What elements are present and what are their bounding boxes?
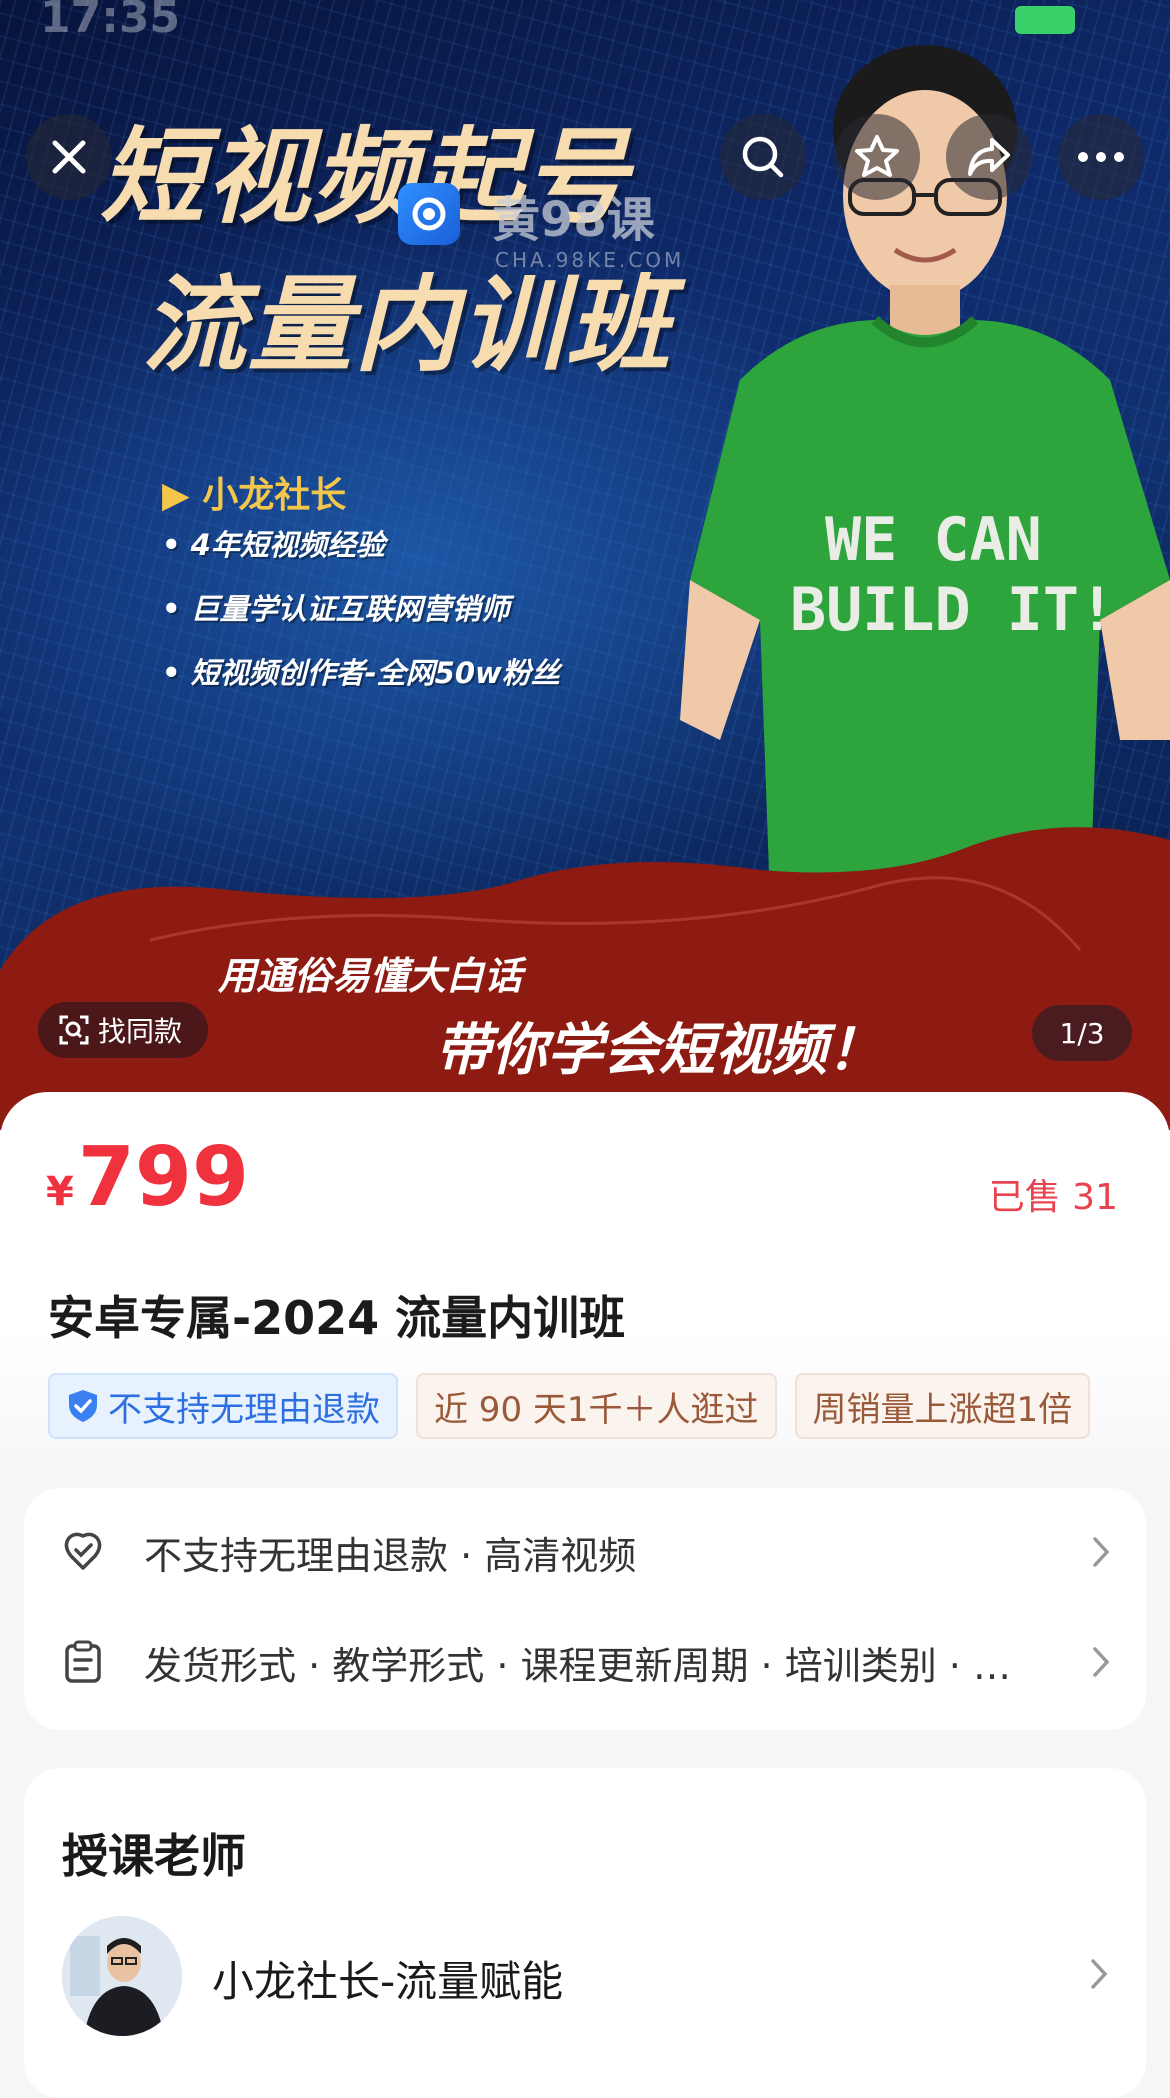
banner-bullet: 短视频创作者-全网50w粉丝	[162, 650, 560, 692]
teacher-avatar[interactable]	[62, 1916, 182, 2036]
image-page-indicator: 1/3	[1032, 1005, 1132, 1061]
price-value: 799	[77, 1130, 250, 1225]
tag-weekly-sales[interactable]: 周销量上涨超1倍	[794, 1373, 1091, 1439]
scan-search-icon	[59, 1015, 89, 1045]
product-title: 安卓专属-2024 流量内训班	[48, 1291, 626, 1345]
product-tag-list: 不支持无理由退款 近 90 天1千＋人逛过 周销量上涨超1倍	[48, 1373, 1123, 1439]
banner-slogan-line1: 用通俗易懂大白话	[218, 954, 523, 998]
tag-refund-policy[interactable]: 不支持无理由退款	[48, 1373, 398, 1439]
watermark-logo-icon	[398, 183, 460, 245]
shirt-text-line2: BUILD IT!	[790, 575, 1115, 645]
tag-visitors[interactable]: 近 90 天1千＋人逛过	[416, 1373, 777, 1439]
teacher-name[interactable]: 小龙社长-流量赋能	[212, 1948, 563, 2009]
chevron-right-icon	[1093, 1537, 1110, 1567]
share-icon	[968, 138, 1010, 176]
close-icon	[52, 140, 86, 174]
currency-symbol: ¥	[46, 1169, 74, 1215]
tag-label: 不支持无理由退款	[108, 1389, 380, 1430]
service-row-text: 不支持无理由退款 · 高清视频	[144, 1533, 637, 1578]
service-row-text: 发货形式 · 教学形式 · 课程更新周期 · 培训类别 · …	[144, 1643, 1011, 1688]
find-similar-label: 找同款	[98, 1015, 183, 1048]
product-price: ¥ 799	[46, 1130, 249, 1225]
favorite-button[interactable]	[834, 114, 920, 200]
close-button[interactable]	[26, 114, 112, 200]
chevron-right-icon	[1093, 1647, 1110, 1677]
watermark-subtext: CHA.98KE.COM	[495, 248, 685, 272]
sold-count: 已售 31	[988, 1177, 1118, 1218]
search-button[interactable]	[720, 114, 806, 200]
clipboard-icon	[65, 1640, 101, 1683]
tag-label: 近 90 天1千＋人逛过	[434, 1389, 759, 1430]
status-time: 17:35	[40, 0, 181, 43]
find-similar-button[interactable]: 找同款	[38, 1002, 209, 1058]
search-icon	[742, 136, 784, 178]
share-button[interactable]	[946, 114, 1032, 200]
banner-bullet-list: 4年短视频经验 巨量学认证互联网营销师 短视频创作者-全网50w粉丝	[162, 522, 560, 714]
banner-slogan-line2: 带你学会短视频！	[435, 1018, 883, 1083]
chevron-right-icon	[1091, 1959, 1108, 1989]
shield-check-icon	[69, 1390, 97, 1422]
service-row-details[interactable]: 发货形式 · 教学形式 · 课程更新周期 · 培训类别 · …	[60, 1622, 1110, 1702]
banner-bullet: 巨量学认证互联网营销师	[162, 586, 560, 628]
service-info-card: 不支持无理由退款 · 高清视频 发货形式 · 教学形式 · 课程更新周期 · 培…	[24, 1488, 1146, 1730]
banner-bullet: 4年短视频经验	[162, 522, 560, 564]
teacher-avatar-image	[62, 1916, 182, 2036]
more-icon	[1078, 152, 1124, 162]
banner-author: ▶ 小龙社长	[162, 475, 347, 516]
teacher-section-title: 授课老师	[62, 1829, 246, 1883]
tag-label: 周销量上涨超1倍	[812, 1389, 1073, 1430]
watermark-text: 黄98课	[492, 192, 655, 248]
service-row-refund[interactable]: 不支持无理由退款 · 高清视频	[60, 1512, 1110, 1592]
star-icon	[855, 135, 899, 177]
teacher-card: 授课老师 小龙社长-流量赋能	[24, 1768, 1146, 2098]
heart-shield-icon	[64, 1532, 102, 1570]
product-hero-banner[interactable]: 17:35 短视频起号 流量内训班 黄98课 CHA.98KE.COM ▶ 小龙…	[0, 0, 1170, 1130]
teacher-detail-link[interactable]	[1090, 1958, 1108, 1994]
shirt-text-line1: WE CAN	[825, 505, 1042, 575]
more-button[interactable]	[1058, 114, 1144, 200]
